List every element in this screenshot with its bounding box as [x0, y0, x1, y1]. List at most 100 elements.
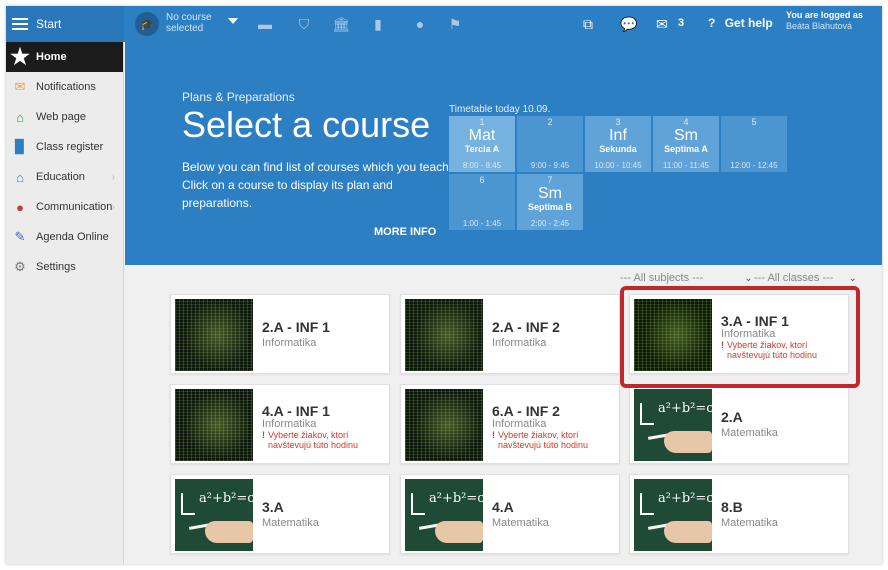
pen-icon: ✎ [14, 229, 26, 244]
course-subject: Informatika [262, 418, 317, 430]
course-thumbnail [405, 299, 483, 371]
chevron-down-icon: ⌄ [744, 273, 753, 284]
sidebar-item-notifications[interactable]: ✉ Notifications [6, 72, 123, 102]
sidebar-item-communication[interactable]: ● Communication › [6, 192, 123, 222]
course-subject: Matematika [492, 517, 549, 529]
more-info-link[interactable]: MORE INFO [374, 226, 436, 238]
hero-subtitle: Plans & Preparations [182, 90, 295, 104]
shield-icon[interactable]: ⛉ [296, 16, 312, 32]
chat-bubbles-icon[interactable]: 💬 [620, 15, 637, 33]
course-card[interactable]: 2.A - INF 2 Informatika [400, 294, 620, 374]
hamburger-icon [12, 18, 28, 30]
subject-filter-select[interactable]: --- All subjects --- ⌄ [620, 272, 753, 284]
timetable-slot[interactable]: 5 12:00 - 12:45 [721, 116, 787, 172]
course-card[interactable]: 2.A - INF 1 Informatika [170, 294, 390, 374]
cast-screen-icon[interactable]: ⧉ [583, 15, 593, 33]
course-title: 2.A - INF 2 [492, 319, 560, 335]
timetable-slot[interactable]: 6 1:00 - 1:45 [449, 174, 515, 230]
class-filter-select[interactable]: --- All classes --- ⌄ [754, 272, 857, 284]
course-subject: Matematika [262, 517, 319, 529]
course-card[interactable]: a²+b²=c 4.A Matematika [400, 474, 620, 554]
sidebar-item-education[interactable]: ⌂ Education › [6, 162, 123, 192]
people-walking-icon[interactable]: ⚑ [446, 16, 464, 32]
question-icon: ? [708, 16, 716, 30]
chart-icon[interactable]: ▮ [370, 16, 386, 32]
course-card[interactable]: 6.A - INF 2 Informatika ! Vyberte žiakov,… [400, 384, 620, 464]
sidebar-item-agenda-online[interactable]: ✎ Agenda Online [6, 222, 123, 252]
timetable-label: Timetable today 10.09. [449, 104, 551, 115]
mail-icon[interactable]: ✉ [656, 15, 668, 33]
sidebar-item-settings[interactable]: ⚙ Settings [6, 252, 123, 282]
graduation-cap-icon[interactable]: 🎓 [135, 12, 159, 36]
briefcase-icon[interactable]: ▬ [257, 16, 273, 32]
mail-count-badge: 3 [678, 17, 685, 29]
sidebar: ★ Home ✉ Notifications ⌂ Web page ▉ Clas… [6, 42, 124, 564]
house-icon: ⌂ [16, 109, 24, 125]
course-thumbnail: a²+b²=c [634, 479, 712, 551]
start-label: Start [36, 17, 62, 31]
course-subject: Informatika [492, 337, 547, 349]
course-title: 6.A - INF 2 [492, 403, 560, 419]
chevron-down-icon[interactable] [228, 18, 238, 24]
course-card[interactable]: 4.A - INF 1 Informatika ! Vyberte žiakov,… [170, 384, 390, 464]
warning-icon: ! [262, 430, 265, 440]
timetable-grid: 1 Mat Tercia A 8:00 - 8:45 2 9:00 - 9:45… [449, 116, 789, 230]
timetable-slot[interactable]: 4 Sm Septima A 11:00 - 11:45 [653, 116, 719, 172]
app-window: Start 🎓 No course selected ▬ ⛉ 🏛 ▮ ● ⚑ ⧉… [6, 6, 882, 564]
help-button[interactable]: ? Get help [708, 16, 773, 30]
sidebar-item-label: Settings [36, 261, 76, 273]
timetable-slot[interactable]: 3 Inf Sekunda 10:00 - 10:45 [585, 116, 651, 172]
book-icon: ▉ [15, 139, 25, 154]
user-name: Beáta Blahutová [786, 21, 853, 31]
sidebar-item-label: Notifications [36, 81, 96, 93]
course-card[interactable]: a²+b²=c 8.B Matematika [629, 474, 849, 554]
chevron-down-icon: ⌄ [848, 273, 857, 284]
course-subject: Matematika [721, 427, 778, 439]
start-menu-button[interactable]: Start [6, 6, 124, 42]
sidebar-item-label: Class register [36, 141, 104, 153]
course-thumbnail [175, 389, 253, 461]
timetable-slot[interactable]: 1 Mat Tercia A 8:00 - 8:45 [449, 116, 515, 172]
course-subject: Informatika [492, 418, 547, 430]
course-title: 2.A - INF 1 [262, 319, 330, 335]
course-title: 3.A [262, 499, 284, 515]
highlight-box [620, 286, 860, 388]
gear-icon: ⚙ [14, 259, 26, 274]
course-warning: ! Vyberte žiakov, ktorí navštevujú túto h… [492, 430, 589, 450]
help-label: Get help [724, 16, 773, 30]
warning-icon: ! [492, 430, 495, 440]
course-title: 4.A - INF 1 [262, 403, 330, 419]
chevron-right-icon: › [111, 201, 115, 213]
institution-icon[interactable]: 🏛 [332, 16, 350, 32]
hero-banner: Plans & Preparations Select a course Bel… [125, 42, 882, 265]
sidebar-item-label: Web page [36, 111, 86, 123]
sidebar-item-label: Communication [36, 201, 113, 213]
course-thumbnail: a²+b²=c [405, 479, 483, 551]
course-thumbnail [175, 299, 253, 371]
course-card[interactable]: a²+b²=c 3.A Matematika [170, 474, 390, 554]
timetable-slot[interactable]: 2 9:00 - 9:45 [517, 116, 583, 172]
chevron-right-icon: › [111, 171, 115, 183]
school-icon: ⌂ [16, 169, 24, 185]
course-subject: Matematika [721, 517, 778, 529]
sidebar-item-label: Agenda Online [36, 231, 109, 243]
course-thumbnail: a²+b²=c [175, 479, 253, 551]
sidebar-item-class-register[interactable]: ▉ Class register [6, 132, 123, 162]
timetable-slot[interactable]: 7 Sm Septima B 2:00 - 2:45 [517, 174, 583, 230]
sidebar-item-home[interactable]: ★ Home [6, 42, 123, 72]
ball-icon[interactable]: ● [412, 16, 428, 32]
sidebar-item-label: Home [36, 51, 67, 63]
sidebar-item-web-page[interactable]: ⌂ Web page [6, 102, 123, 132]
course-warning: ! Vyberte žiakov, ktorí navštevujú túto h… [262, 430, 359, 450]
star-icon: ★ [10, 44, 30, 69]
user-menu[interactable]: You are logged as Beáta Blahutová [786, 10, 863, 32]
top-bar: Start 🎓 No course selected ▬ ⛉ 🏛 ▮ ● ⚑ ⧉… [6, 6, 882, 42]
course-title: 4.A [492, 499, 514, 515]
envelope-icon: ✉ [14, 79, 26, 94]
course-card[interactable]: a²+b²=c 2.A Matematika [629, 384, 849, 464]
page-title: Select a course [182, 104, 431, 145]
course-title: 2.A [721, 409, 743, 425]
course-selector[interactable]: No course selected [166, 12, 212, 34]
course-thumbnail [405, 389, 483, 461]
chat-icon: ● [16, 199, 24, 215]
